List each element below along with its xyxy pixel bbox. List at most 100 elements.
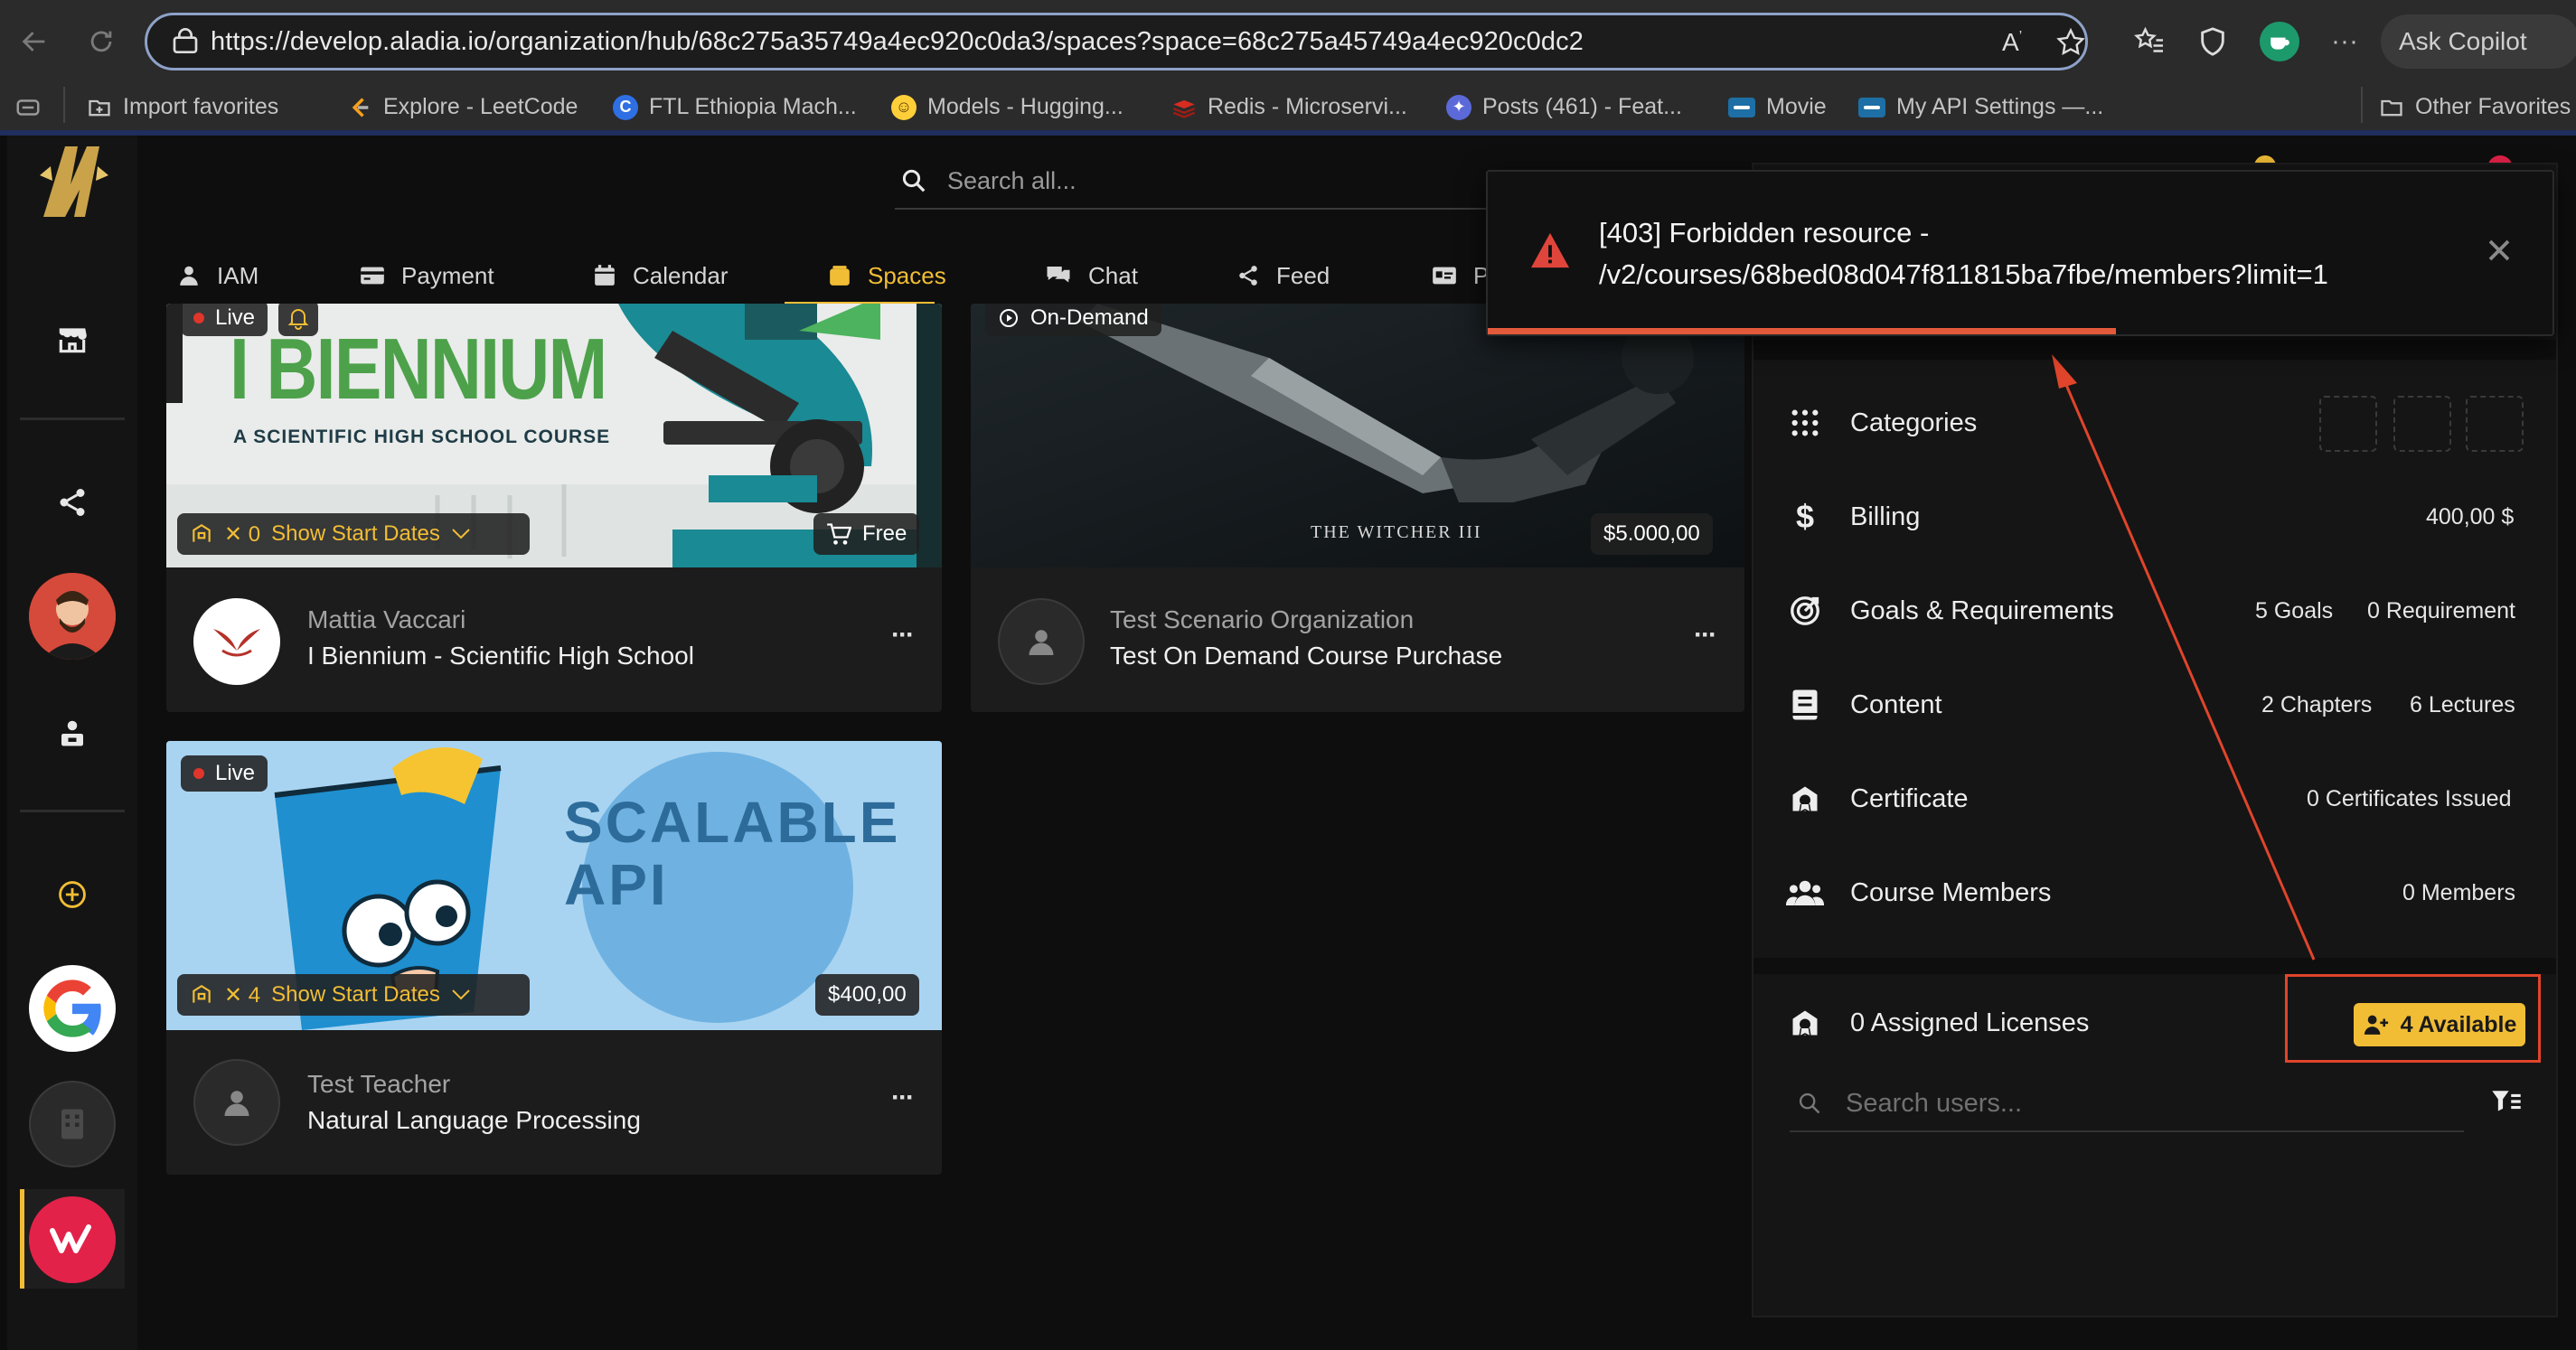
tab-calendar[interactable]: Calendar (593, 244, 729, 307)
license-count: ✕ 0 (224, 521, 261, 547)
aladia-logo[interactable] (33, 137, 114, 224)
row-label: Categories (1850, 408, 1978, 437)
lectures-value: 6 Lectures (2410, 691, 2515, 717)
live-badge: Live (181, 755, 268, 792)
building-org-icon[interactable] (29, 1081, 116, 1167)
error-toast: [403] Forbidden resource - /v2/courses/6… (1486, 170, 2554, 336)
bookmark-api-settings[interactable]: My API Settings —... (1858, 83, 2103, 131)
banner-heading-line: SCALABLE (564, 790, 901, 855)
live-dot-icon (193, 313, 204, 323)
course-card[interactable]: I BIENNIUM A SCIENTIFIC HIGH SCHOOL COUR… (166, 304, 942, 712)
course-title: I Biennium - Scientific High School (307, 642, 694, 670)
tab-label: Spaces (868, 261, 946, 289)
org-avatar[interactable] (193, 598, 280, 685)
posts-icon: ✦ (1446, 94, 1471, 120)
bookmark-import-favorites[interactable]: Import favorites (87, 83, 278, 131)
toast-message-line-1: [403] Forbidden resource - (1599, 217, 1930, 248)
more-options-icon[interactable]: ··· (891, 620, 915, 651)
site-info-icon[interactable] (171, 28, 200, 57)
address-bar[interactable]: https://develop.aladia.io/organization/h… (145, 13, 2088, 70)
share-network-icon[interactable] (52, 483, 92, 522)
bookmarks-divider (2361, 87, 2363, 123)
redis-icon (1171, 95, 1197, 120)
price-badge: $400,00 (815, 974, 919, 1016)
tab-chat[interactable]: Chat (1045, 244, 1138, 307)
user-search-input[interactable]: Search users... (1790, 1076, 2464, 1132)
bookmark-label: Posts (461) - Feat... (1482, 94, 1682, 119)
tab-p[interactable]: P (1432, 244, 1489, 307)
favorites-icon[interactable] (2126, 18, 2173, 65)
close-icon[interactable] (2486, 237, 2513, 264)
dollar-icon: $ (1795, 498, 1815, 535)
user-icon (177, 264, 201, 287)
license-icon (190, 983, 213, 1007)
more-options-icon[interactable]: ··· (1694, 620, 1717, 651)
course-title: Test On Demand Course Purchase (1110, 642, 1503, 670)
bookmark-label: Models - Hugging... (927, 94, 1123, 119)
bookmark-other-favorites[interactable]: Other Favorites (2379, 83, 2571, 131)
user-avatar[interactable] (29, 573, 116, 660)
filter-icon[interactable] (2491, 1088, 2522, 1115)
certificate-icon (1785, 779, 1825, 819)
add-circle-icon[interactable] (54, 877, 90, 913)
course-card[interactable]: THE WITCHER III On-Demand $5.000,00 Test… (971, 304, 1744, 712)
bookmark-ftl[interactable]: C FTL Ethiopia Mach... (613, 83, 857, 131)
aladia-org-icon[interactable] (29, 1196, 116, 1283)
tab-actions-icon[interactable] (14, 94, 42, 121)
banner-watermark: THE WITCHER III (1311, 522, 1482, 542)
org-avatar-placeholder[interactable] (193, 1059, 280, 1146)
rail-divider (20, 417, 125, 420)
bookmark-movie[interactable]: Movie (1728, 83, 1827, 131)
start-dates-pill[interactable]: ✕ 4 Show Start Dates (177, 974, 530, 1016)
tab-feed[interactable]: Feed (1236, 244, 1330, 307)
bookmark-redis[interactable]: Redis - Microservi... (1171, 83, 1407, 131)
org-avatar-placeholder[interactable] (998, 598, 1085, 685)
course-card[interactable]: SCALABLE API Live ✕ 4 Show Start Dates $… (166, 741, 942, 1175)
book-icon (1785, 685, 1825, 725)
refresh-icon[interactable] (78, 18, 125, 65)
on-demand-badge: On-Demand (985, 304, 1161, 336)
start-dates-pill[interactable]: ✕ 0 Show Start Dates (177, 513, 530, 555)
tab-payment[interactable]: Payment (360, 244, 494, 307)
ask-copilot-button[interactable]: Ask Copilot (2381, 14, 2576, 69)
bell-badge[interactable] (278, 304, 318, 336)
id-card-icon (1432, 265, 1457, 286)
folder-icon (2379, 95, 2404, 120)
favorite-star-icon[interactable] (2054, 26, 2087, 59)
bookmark-leetcode[interactable]: Explore - LeetCode (347, 83, 578, 131)
google-org-icon[interactable] (29, 965, 116, 1052)
license-icon (190, 522, 213, 546)
tab-label: Calendar (633, 261, 729, 289)
tab-spaces[interactable]: Spaces (828, 244, 946, 307)
tab-iam[interactable]: IAM (177, 244, 259, 307)
shield-icon[interactable] (2189, 18, 2236, 65)
status-label: Live (215, 305, 256, 330)
bookmark-posts[interactable]: ✦ Posts (461) - Feat... (1446, 83, 1682, 131)
banner-heading-line: API (564, 852, 669, 918)
teacher-icon[interactable] (52, 714, 92, 754)
ask-copilot-label: Ask Copilot (2399, 27, 2527, 55)
cart-icon (826, 522, 851, 546)
more-options-icon[interactable]: ··· (891, 1083, 915, 1113)
spaces-icon (828, 264, 851, 287)
read-aloud-icon[interactable]: Aʼ (2002, 28, 2022, 57)
play-circle-icon (998, 307, 1020, 329)
extension-icon[interactable] (2256, 18, 2303, 65)
calendar-icon (593, 264, 616, 287)
bookmark-huggingface[interactable]: ☺ Models - Hugging... (891, 83, 1123, 131)
bell-icon (287, 306, 309, 330)
search-icon (1797, 1091, 1822, 1116)
bookmarks-divider (63, 87, 65, 123)
course-org: Test Scenario Organization (1110, 605, 1415, 633)
global-search[interactable]: Search all... (895, 154, 1582, 210)
bookmark-label: Redis - Microservi... (1208, 94, 1407, 119)
target-icon (1785, 591, 1825, 631)
license-count: ✕ 4 (224, 982, 261, 1008)
bookmark-label: Import favorites (123, 94, 279, 119)
more-options-icon[interactable]: ··· (2321, 18, 2368, 65)
address-row: https://develop.aladia.io/organization/h… (0, 0, 2576, 83)
available-licenses-button[interactable]: 4 Available (2354, 1003, 2525, 1046)
store-icon[interactable] (51, 320, 94, 360)
live-badge: Live (181, 304, 268, 336)
back-icon[interactable] (11, 18, 58, 65)
